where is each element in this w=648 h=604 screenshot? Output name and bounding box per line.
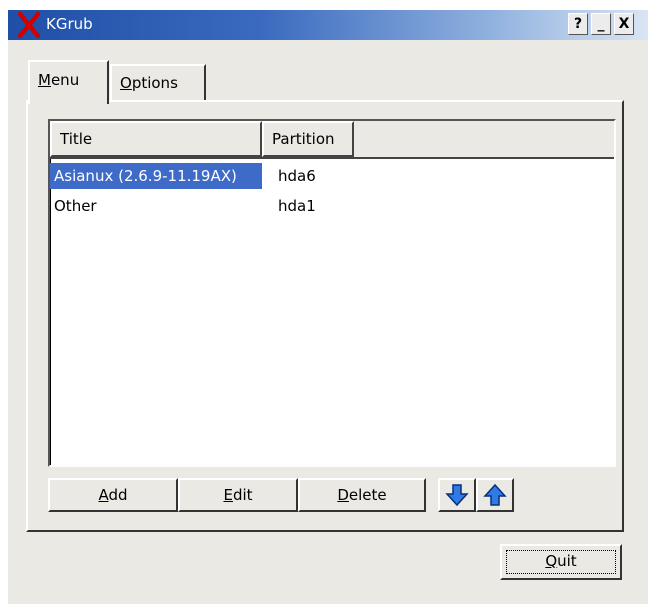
- menu-entries-list[interactable]: Title Partition Asianux (2.6.9-11.19AX) …: [48, 119, 616, 467]
- tab-menu-label: enu: [50, 71, 80, 89]
- delete-mnemonic: D: [337, 486, 349, 504]
- window-body: Menu Options Title Partition Asianux (2.…: [8, 40, 648, 604]
- move-down-button[interactable]: [438, 478, 476, 512]
- minimize-button[interactable]: _: [591, 13, 611, 35]
- help-button[interactable]: ?: [568, 13, 588, 35]
- row-title-cell[interactable]: Asianux (2.6.9-11.19AX): [50, 163, 262, 189]
- move-up-button[interactable]: [476, 478, 514, 512]
- add-button[interactable]: Add: [48, 478, 178, 512]
- tab-options-label: ptions: [131, 74, 178, 92]
- quit-mnemonic: Q: [545, 552, 558, 570]
- table-row[interactable]: Asianux (2.6.9-11.19AX) hda6: [50, 163, 614, 189]
- tab-menu-mnemonic: M: [38, 71, 51, 89]
- quit-button[interactable]: Quit: [500, 544, 622, 580]
- arrow-down-icon: [445, 484, 469, 507]
- close-button[interactable]: X: [614, 13, 634, 35]
- title-bar[interactable]: KGrub ? _ X: [8, 10, 648, 40]
- tab-options[interactable]: Options: [110, 64, 206, 102]
- table-row[interactable]: Other hda1: [50, 193, 614, 219]
- menu-tab-panel: Title Partition Asianux (2.6.9-11.19AX) …: [26, 100, 624, 532]
- edit-mnemonic: E: [223, 486, 233, 504]
- edit-button[interactable]: Edit: [178, 478, 298, 512]
- add-label: dd: [108, 486, 128, 504]
- arrow-up-icon: [483, 483, 507, 506]
- add-mnemonic: A: [98, 486, 109, 504]
- tab-options-mnemonic: O: [120, 74, 132, 92]
- column-header-title[interactable]: Title: [50, 121, 262, 157]
- quit-label: uit: [557, 552, 577, 570]
- x-logo-icon[interactable]: [18, 12, 40, 38]
- window-title: KGrub: [46, 15, 93, 33]
- delete-label: elete: [348, 486, 387, 504]
- row-partition-cell[interactable]: hda1: [274, 193, 364, 219]
- row-partition-cell[interactable]: hda6: [274, 163, 364, 189]
- column-header-partition[interactable]: Partition: [262, 121, 354, 157]
- tab-menu[interactable]: Menu: [28, 60, 109, 104]
- edit-label: dit: [232, 486, 253, 504]
- quit-focus-ring: Quit: [506, 550, 616, 574]
- row-title-cell[interactable]: Other: [50, 193, 262, 219]
- delete-button[interactable]: Delete: [298, 478, 426, 512]
